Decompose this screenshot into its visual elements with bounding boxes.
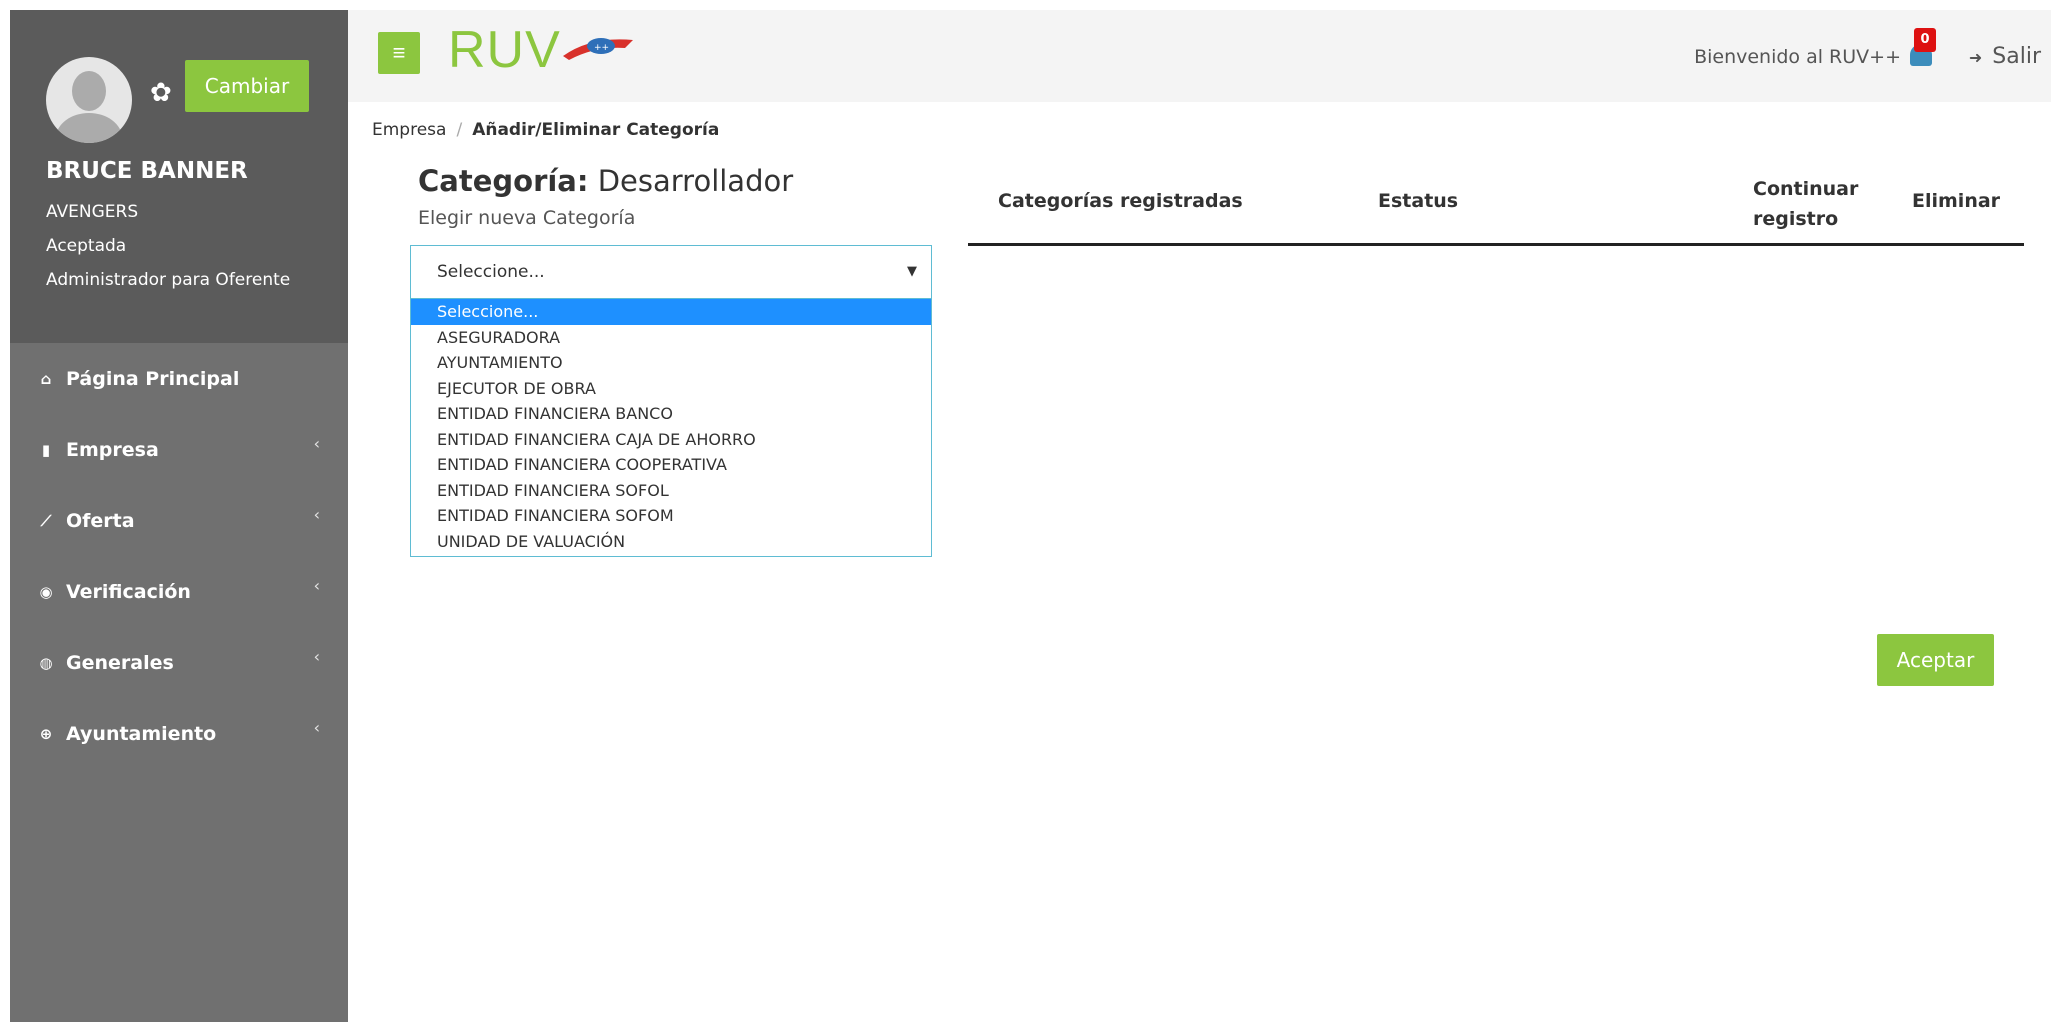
sidebar-item-label: Oferta: [66, 509, 135, 532]
column-header-delete: Eliminar: [1912, 190, 2001, 212]
column-header-categories: Categorías registradas: [998, 190, 1243, 212]
accept-button[interactable]: Aceptar: [1877, 634, 1994, 686]
chevron-left-icon: ‹: [313, 434, 320, 453]
chevron-left-icon: ‹: [313, 647, 320, 666]
dropdown-option[interactable]: ENTIDAD FINANCIERA SOFOM: [411, 503, 931, 529]
menu-toggle-button[interactable]: ≡: [378, 32, 420, 74]
sidebar-item-generales[interactable]: ◍ Generales ‹: [10, 627, 348, 698]
ruv-logo: RUV ++: [448, 21, 641, 79]
category-label: Categoría:: [418, 164, 589, 198]
breadcrumb-current: Añadir/Eliminar Categoría: [472, 120, 720, 140]
user-company: AVENGERS: [46, 202, 139, 222]
plus-circle-icon: ⊕: [39, 724, 53, 743]
sidebar: ✿ Cambiar BRUCE BANNER AVENGERS Aceptada…: [10, 10, 348, 1022]
avatar: [46, 57, 132, 143]
dropdown-option[interactable]: EJECUTOR DE OBRA: [411, 376, 931, 402]
user-profile-panel: ✿ Cambiar BRUCE BANNER AVENGERS Aceptada…: [10, 10, 348, 343]
select-value: Seleccione...: [437, 262, 545, 282]
user-status: Aceptada: [46, 236, 127, 256]
breadcrumb-parent[interactable]: Empresa: [372, 120, 446, 140]
dropdown-option[interactable]: ENTIDAD FINANCIERA SOFOL: [411, 478, 931, 504]
logo-swoosh-icon: ++: [562, 38, 633, 60]
dropdown-option[interactable]: Seleccione...: [411, 299, 931, 325]
sidebar-nav: ⌂ Página Principal ▮ Empresa ‹ ⟋ Oferta …: [10, 343, 348, 769]
logout-link[interactable]: ➜ Salir: [1969, 44, 2041, 69]
sign-out-icon: ➜: [1968, 48, 1983, 67]
building-icon: ▮: [41, 440, 51, 459]
sidebar-item-pagina-principal[interactable]: ⌂ Página Principal: [10, 343, 348, 414]
sidebar-item-verificacion[interactable]: ◉ Verificación ‹: [10, 556, 348, 627]
sidebar-item-ayuntamiento[interactable]: ⊕ Ayuntamiento ‹: [10, 698, 348, 769]
chevron-left-icon: ‹: [313, 718, 320, 737]
category-select[interactable]: Seleccione... ▼: [410, 245, 932, 299]
column-header-status: Estatus: [1378, 190, 1459, 212]
top-header: ≡ RUV ++ Bienvenido al RUV++ 0 ➜ Salir: [348, 10, 2051, 102]
logo-text: RUV: [448, 21, 561, 79]
user-role: Administrador para Oferente: [46, 270, 291, 290]
column-header-continue: Continuar registro: [1753, 178, 1859, 230]
home-icon: ⌂: [40, 369, 52, 388]
sidebar-item-label: Generales: [66, 651, 174, 674]
categories-table-header: Categorías registradas Estatus Continuar…: [968, 170, 2024, 246]
dropdown-option[interactable]: AYUNTAMIENTO: [411, 350, 931, 376]
breadcrumb: Empresa / Añadir/Eliminar Categoría: [372, 120, 720, 140]
gear-icon[interactable]: ✿: [150, 80, 172, 106]
line-chart-icon: ⟋: [40, 511, 52, 530]
welcome-text: Bienvenido al RUV++: [1694, 46, 1901, 68]
chevron-left-icon: ‹: [313, 576, 320, 595]
change-button[interactable]: Cambiar: [185, 60, 309, 112]
notifications[interactable]: 0: [1906, 28, 1936, 68]
target-icon: ◉: [39, 582, 53, 601]
sidebar-item-label: Verificación: [66, 580, 191, 603]
choose-category-label: Elegir nueva Categoría: [418, 207, 636, 229]
dropdown-option[interactable]: ENTIDAD FINANCIERA CAJA DE AHORRO: [411, 427, 931, 453]
sidebar-item-label: Ayuntamiento: [66, 722, 217, 745]
svg-text:++: ++: [594, 43, 609, 53]
dropdown-option[interactable]: ENTIDAD FINANCIERA BANCO: [411, 401, 931, 427]
dropdown-option[interactable]: ENTIDAD FINANCIERA COOPERATIVA: [411, 452, 931, 478]
sidebar-item-label: Empresa: [66, 438, 159, 461]
notification-badge: 0: [1914, 28, 1936, 52]
sidebar-item-oferta[interactable]: ⟋ Oferta ‹: [10, 485, 348, 556]
category-dropdown-list: Seleccione... ASEGURADORA AYUNTAMIENTO E…: [410, 298, 932, 557]
user-name: BRUCE BANNER: [46, 158, 248, 184]
chevron-left-icon: ‹: [313, 505, 320, 524]
sidebar-item-empresa[interactable]: ▮ Empresa ‹: [10, 414, 348, 485]
dashboard-icon: ◍: [39, 653, 53, 672]
caret-down-icon: ▼: [907, 264, 917, 279]
category-title: Categoría: Desarrollador: [418, 164, 793, 198]
dropdown-option[interactable]: ASEGURADORA: [411, 325, 931, 351]
dropdown-option[interactable]: UNIDAD DE VALUACIÓN: [411, 529, 931, 555]
logout-label: Salir: [1992, 44, 2041, 69]
sidebar-item-label: Página Principal: [66, 367, 240, 390]
category-value: Desarrollador: [597, 164, 794, 198]
